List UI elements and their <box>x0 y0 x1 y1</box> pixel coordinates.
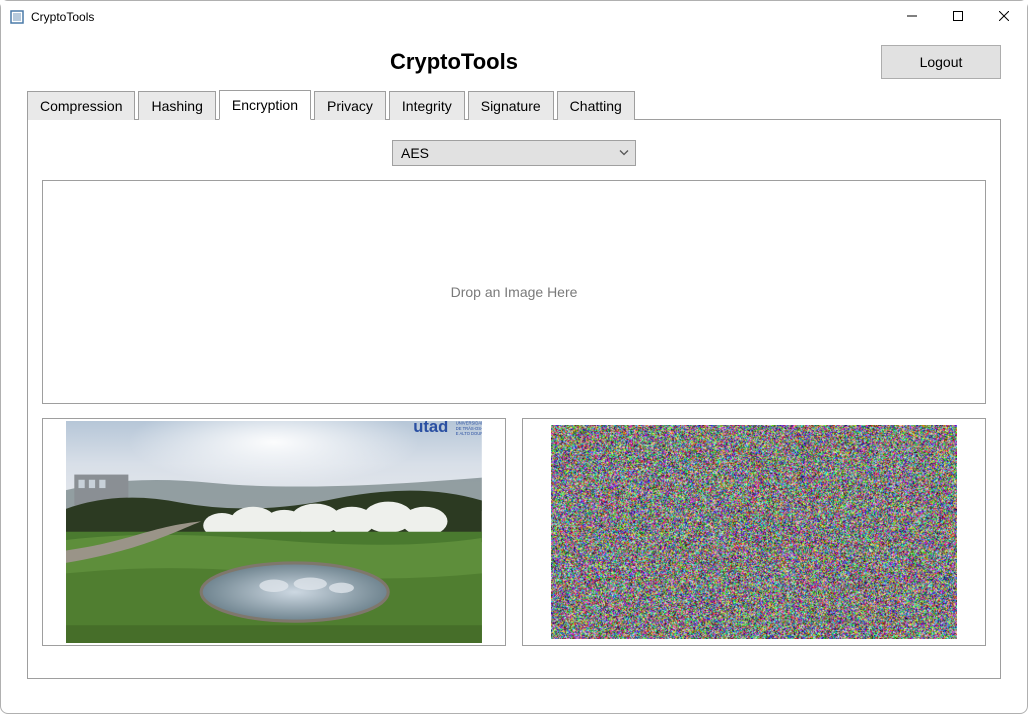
encrypted-image <box>551 425 958 640</box>
maximize-button[interactable] <box>935 1 981 31</box>
close-button[interactable] <box>981 1 1027 31</box>
original-image-box: utad UNIVERSIDADE DE TRÁS-OS-MONTES E AL… <box>42 418 506 646</box>
algorithm-selected-label: AES <box>401 145 429 161</box>
window-controls <box>889 1 1027 33</box>
original-image: utad UNIVERSIDADE DE TRÁS-OS-MONTES E AL… <box>66 421 482 642</box>
page-title: CryptoTools <box>27 49 881 75</box>
image-dropzone[interactable]: Drop an Image Here <box>42 180 986 404</box>
tab-chatting[interactable]: Chatting <box>557 91 635 120</box>
tab-signature[interactable]: Signature <box>468 91 554 120</box>
svg-text:utad: utad <box>413 421 448 436</box>
tab-encryption[interactable]: Encryption <box>219 90 311 120</box>
tab-privacy[interactable]: Privacy <box>314 91 386 120</box>
header-row: CryptoTools Logout <box>1 33 1027 89</box>
svg-text:E ALTO DOURO: E ALTO DOURO <box>456 431 482 436</box>
chevron-down-icon <box>619 148 629 159</box>
dropzone-hint: Drop an Image Here <box>451 284 578 300</box>
tabs-container: Compression Hashing Encryption Privacy I… <box>1 89 1027 679</box>
app-icon <box>9 9 25 25</box>
tab-integrity[interactable]: Integrity <box>389 91 465 120</box>
tab-content-encryption: AES Drop an Image Here <box>27 119 1001 679</box>
tab-header: Compression Hashing Encryption Privacy I… <box>27 89 1001 119</box>
images-row: utad UNIVERSIDADE DE TRÁS-OS-MONTES E AL… <box>42 418 986 646</box>
window-title: CryptoTools <box>31 10 94 24</box>
tab-compression[interactable]: Compression <box>27 91 135 120</box>
tab-hashing[interactable]: Hashing <box>138 91 215 120</box>
window-titlebar: CryptoTools <box>1 1 1027 33</box>
logout-button[interactable]: Logout <box>881 45 1001 79</box>
algorithm-row: AES <box>42 140 986 166</box>
encrypted-image-box <box>522 418 986 646</box>
algorithm-select[interactable]: AES <box>392 140 636 166</box>
minimize-button[interactable] <box>889 1 935 31</box>
